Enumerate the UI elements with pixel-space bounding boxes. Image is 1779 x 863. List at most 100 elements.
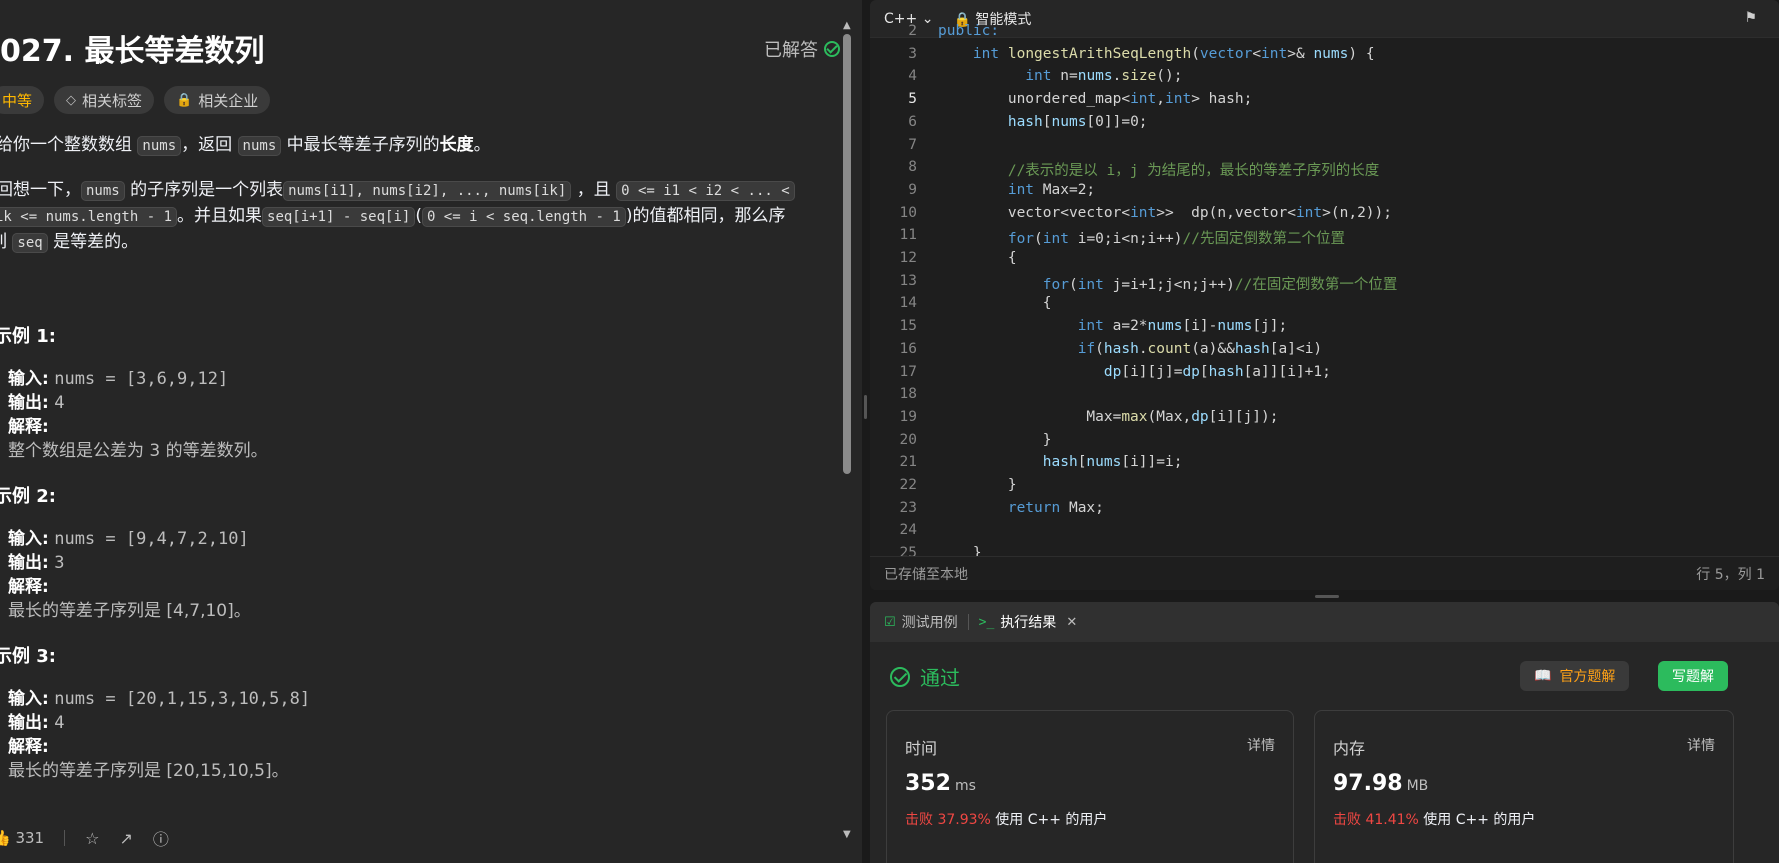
beat-percent: 41.41% [1365,812,1419,828]
line-number: 15 [899,318,917,335]
tab-result[interactable]: >_ 执行结果 ✕ [979,612,1078,632]
code-line[interactable]: int a=2*nums[i]-nums[j]; [938,318,1288,334]
code-token: count [1147,340,1192,357]
example-3-explain: 最长的等差子序列是 [20,15,10,5]。 [8,761,289,781]
code-line[interactable]: int longestArithSeqLength(vector<int>& n… [938,46,1375,62]
code-line[interactable]: Max=max(Max,dp[i][j]); [938,408,1278,425]
code-token: unordered_map [938,91,1122,108]
runtime-card[interactable]: 时间 详情 352 ms 击败 37.93% 使用 C++ 的用户 [886,710,1294,863]
code-line[interactable]: unordered_map<int,int> hash; [938,91,1252,107]
code-line[interactable]: { [938,295,1052,311]
details-link[interactable]: 详情 [1687,735,1715,755]
code-line[interactable]: int Max=2; [938,182,1095,198]
code-token: Max=2; [1034,181,1096,198]
inline-code: 0 <= i < seq.length - 1 [421,207,626,227]
code-token: int [972,45,1000,62]
code-token: ) { [1348,45,1375,62]
problem-panel: 027. 最长等差数列 已解答 中等 ◇ 相关标签 🔒 相关企业 给你一个整数数组 … [0,0,862,863]
example-3-explain-label: 解释: [8,732,49,757]
memory-card[interactable]: 内存 详情 97.98 MB 击败 41.41% 使用 C++ 的用户 [1314,710,1734,863]
scroll-down-icon[interactable]: ▼ [843,829,851,840]
official-solution-button[interactable]: 📖 官方题解 [1520,661,1630,691]
code-token: [a]][i]+1; [1243,363,1331,380]
write-solution-button[interactable]: 写题解 [1658,661,1728,691]
code-token: } [938,477,1017,493]
input-value: nums = [3,6,9,12] [54,369,229,389]
desc-text: 回想一下， [0,180,81,200]
code-line[interactable]: { [938,250,1017,266]
code-line[interactable]: for(int j=i+1;j<n;j++)//在固定倒数第一个位置 [938,273,1398,294]
output-value: 4 [54,713,65,733]
code-token: j=i+1;j<n;j++) [1103,276,1235,293]
thumbs-up-icon: 👍 [0,829,11,847]
code-token: int [1130,91,1157,108]
bookmark-icon[interactable]: ⚑ [1744,10,1757,26]
input-value: nums = [20,1,15,3,10,5,8] [54,689,311,709]
help-icon[interactable]: ⓘ [153,826,169,850]
line-number: 21 [899,454,917,471]
cursor-position: 行 5，列 1 [1696,566,1765,583]
scroll-up-icon[interactable]: ▲ [843,20,851,31]
code-token: int [1165,91,1192,108]
related-tags-label: 相关标签 [82,91,143,110]
card-label: 内存 [1333,739,1366,758]
panel-resize-handle[interactable] [862,0,870,863]
code-token: >& [1287,45,1314,62]
problem-actions-bar: 👍 331 ☆ ↗ ⓘ [0,820,169,856]
code-token: dp [1191,408,1209,425]
resize-grip[interactable] [1315,595,1339,598]
code-area[interactable]: 2 public: 3 int longestArithSeqLength(vect… [870,23,1779,561]
code-token: nums [1051,113,1087,130]
code-line[interactable]: } [938,477,1017,493]
line-number: 10 [899,204,917,221]
difficulty-badge[interactable]: 中等 [0,86,45,114]
code-line[interactable]: public: [938,23,999,39]
tab-testcase[interactable]: ☑ 测试用例 [884,612,958,632]
close-icon[interactable]: ✕ [1066,615,1077,630]
check-circle-icon [824,41,840,57]
related-tags-button[interactable]: ◇ 相关标签 [54,86,155,114]
code-token: [a]<i) [1269,340,1323,357]
code-line[interactable]: vector<vector<int>> dp(n,vector<int>(n,2… [938,205,1392,221]
code-token: ( [1068,276,1078,293]
problem-tags: 中等 ◇ 相关标签 🔒 相关企业 [0,86,271,114]
code-line[interactable]: for(int i=0;i<n;i++)//先固定倒数第二个位置 [938,227,1345,248]
likes-count[interactable]: 👍 331 [0,829,44,847]
resize-grip[interactable] [864,395,867,419]
code-token: dp [1103,363,1122,380]
line-number: 20 [899,431,917,448]
star-icon[interactable]: ☆ [85,829,99,848]
inline-code: nums [137,136,182,156]
code-line[interactable]: hash[nums[0]]=0; [938,114,1148,130]
code-token: n= [1051,68,1078,85]
output-value: 4 [54,393,65,413]
code-line[interactable]: return Max; [938,500,1104,516]
code-token: (Max, [1147,408,1192,425]
code-token: { [938,295,1052,312]
result-status: 通过 [890,662,960,691]
button-label: 官方题解 [1559,669,1616,685]
code-line[interactable]: dp[i][j]=dp[hash[a]][i]+1; [938,364,1331,380]
code-line[interactable]: hash[nums[i]]=i; [938,454,1183,470]
scroll-thumb[interactable] [843,34,851,474]
left-scrollbar[interactable]: ▲ ▼ [842,20,852,840]
example-3-output: 输出: 4 [8,708,64,733]
code-token: vector<vector< [938,204,1131,221]
inline-code: seq [12,233,48,253]
divider [967,614,969,630]
example-1-explain-label: 解释: [8,412,49,437]
code-token: [0]]=0; [1086,113,1148,130]
code-token: longestArithSeqLength [999,45,1192,62]
line-number: 9 [908,181,917,198]
code-line[interactable]: if(hash.count(a)&&hash[a]<i) [938,341,1322,357]
horizontal-resize-handle[interactable] [870,590,1779,602]
related-companies-button[interactable]: 🔒 相关企业 [164,86,271,114]
line-number: 18 [899,386,917,403]
code-line[interactable]: } [938,432,1052,448]
share-icon[interactable]: ↗ [119,829,132,848]
code-line[interactable]: //表示的是以 i，j 为结尾的，最长的等差子序列的长度 [938,159,1379,180]
value-number: 352 [905,771,951,796]
code-line[interactable]: int n=nums.size(); [938,68,1182,85]
details-link[interactable]: 详情 [1247,735,1275,755]
